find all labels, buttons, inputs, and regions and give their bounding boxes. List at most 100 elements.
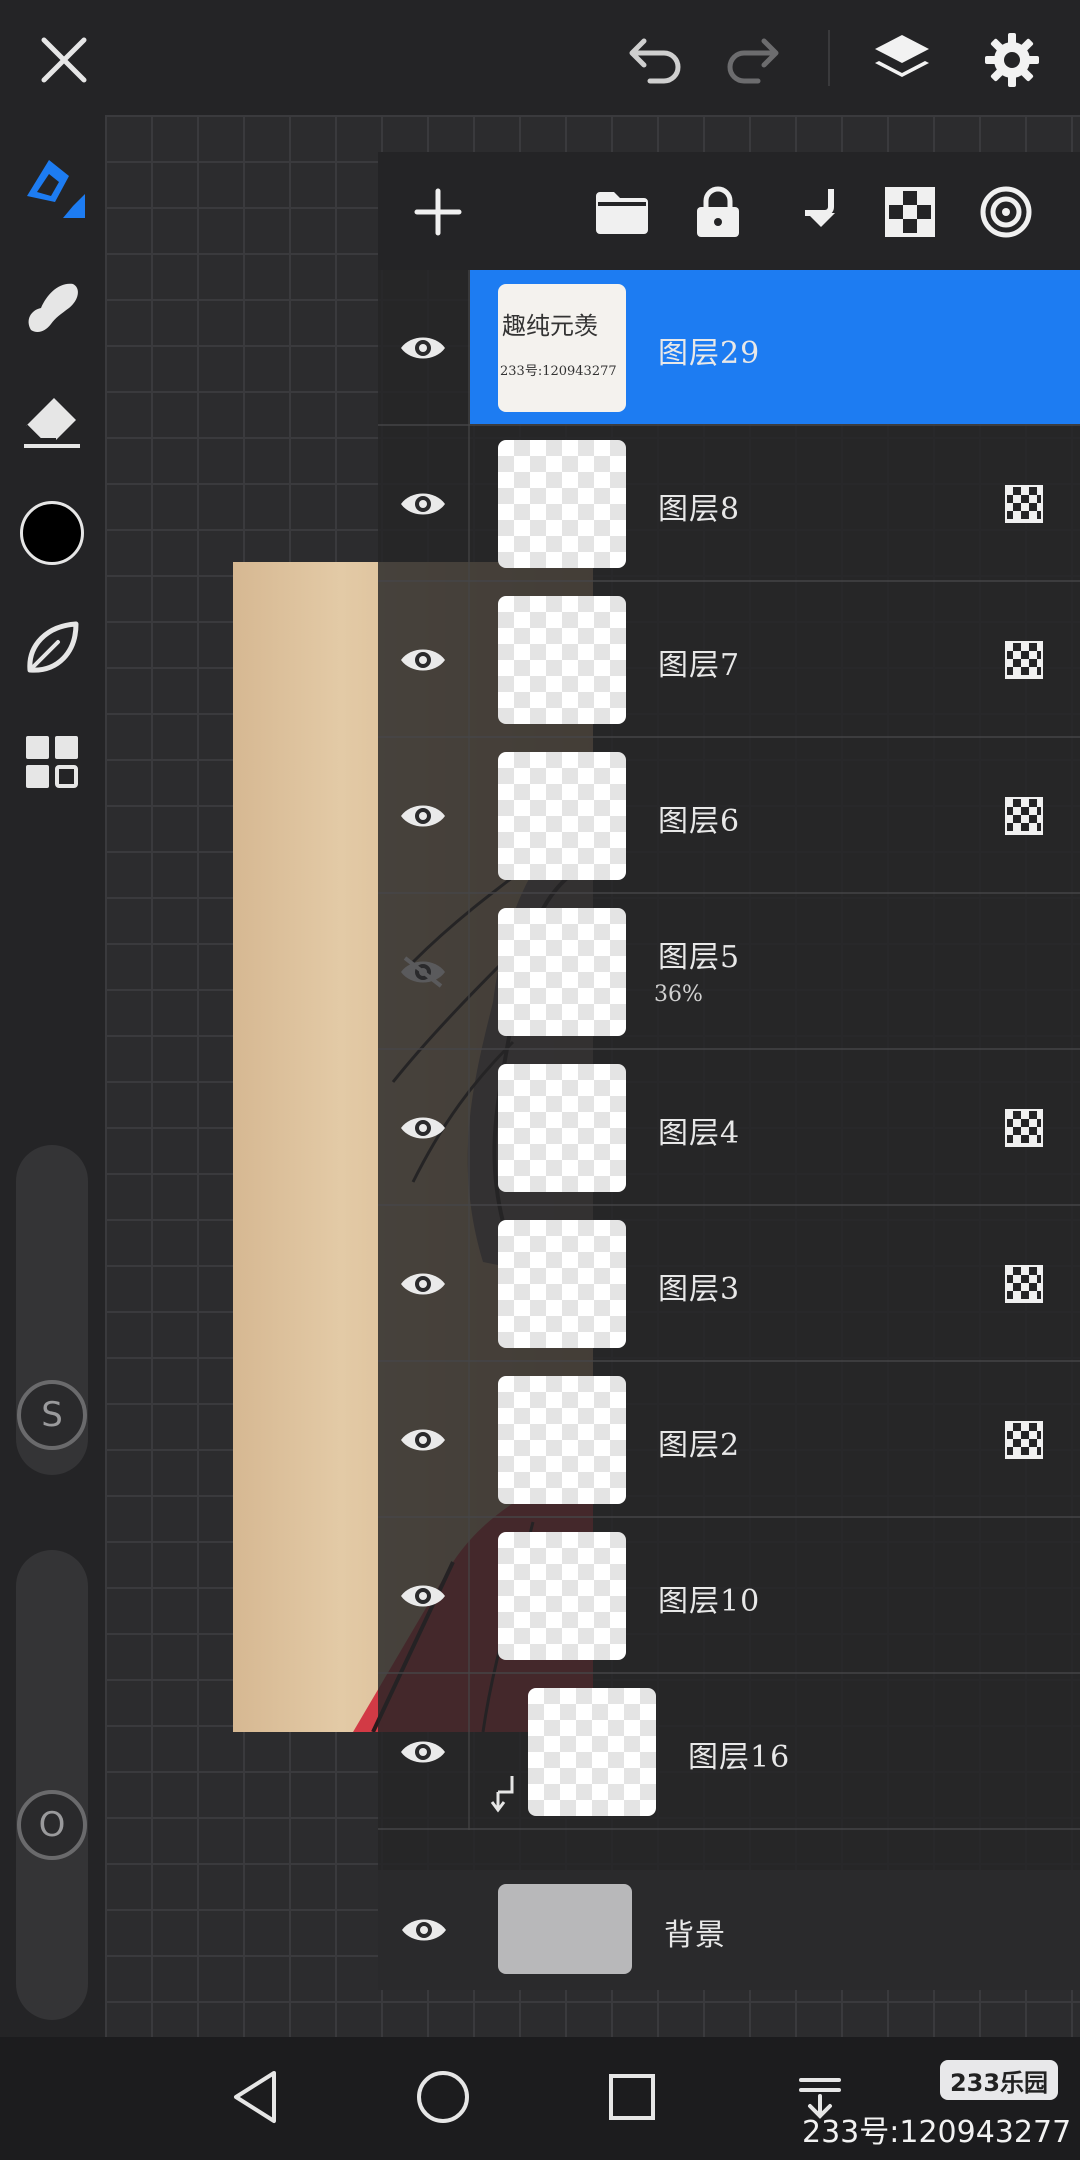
layer-row[interactable]: 图层2 <box>378 1362 1080 1518</box>
brush-size-label: S <box>41 1395 63 1435</box>
checker-icon <box>1005 1265 1043 1303</box>
layer-thumbnail <box>498 1220 626 1348</box>
background-layer-row[interactable]: 背景 <box>378 1870 1080 1990</box>
thumbnail-text-1: 趣纯元羡 <box>502 312 598 340</box>
layers-icon <box>875 35 929 77</box>
layer-opacity: 36% <box>654 982 703 1007</box>
layer-visibility-toggle[interactable] <box>378 1362 470 1518</box>
settings-button[interactable] <box>972 22 1052 98</box>
close-icon <box>41 37 87 83</box>
blend-mode-button[interactable] <box>968 174 1044 250</box>
eye-icon <box>401 1117 445 1139</box>
layer-name: 图层29 <box>658 336 761 371</box>
layer-name: 图层5 <box>658 940 741 975</box>
thumbnail-text-2: 233号:120943277 <box>500 364 617 379</box>
gallery-button[interactable] <box>12 722 92 802</box>
merge-down-button[interactable] <box>776 174 852 250</box>
checker-icon <box>885 187 935 237</box>
brush-library[interactable] <box>12 608 92 688</box>
eye-icon <box>401 1585 445 1607</box>
nav-back-button[interactable] <box>216 2057 296 2137</box>
eye-icon <box>401 805 445 827</box>
eye-icon <box>402 1919 446 1941</box>
brush-opacity-slider[interactable] <box>16 1550 88 2020</box>
alpha-lock-indicator[interactable] <box>1004 1420 1044 1460</box>
layer-lock-button[interactable] <box>680 174 756 250</box>
smudge-tool[interactable] <box>12 265 92 345</box>
layer-visibility-toggle[interactable] <box>378 582 470 738</box>
layer-visibility-toggle[interactable] <box>378 1674 470 1830</box>
alpha-lock-indicator[interactable] <box>1004 1108 1044 1148</box>
clipping-mask-arrow <box>490 1774 516 1818</box>
layer-name: 图层7 <box>658 648 741 683</box>
recents-square-icon <box>609 2074 655 2120</box>
layer-visibility-toggle[interactable] <box>378 426 470 582</box>
layer-thumbnail: 趣纯元羡 233号:120943277 <box>498 284 626 412</box>
layer-thumbnail <box>498 908 626 1036</box>
layer-row[interactable]: 图层8 <box>378 426 1080 582</box>
eye-icon <box>401 337 445 359</box>
color-swatch[interactable] <box>12 493 92 573</box>
brush-size-knob[interactable]: S <box>17 1380 87 1450</box>
gear-icon <box>985 33 1039 87</box>
eraser-tool[interactable] <box>12 380 92 460</box>
brush-tool[interactable] <box>12 145 92 225</box>
layer-row[interactable]: 图层5 36% <box>378 894 1080 1050</box>
background-visibility-toggle[interactable] <box>378 1870 470 1990</box>
layer-visibility-toggle[interactable] <box>378 1206 470 1362</box>
layer-row[interactable]: 趣纯元羡 233号:120943277 图层29 <box>378 270 1080 426</box>
layer-name: 图层8 <box>658 492 741 527</box>
layer-visibility-toggle[interactable] <box>378 1518 470 1674</box>
checker-icon <box>1005 1109 1043 1147</box>
layer-visibility-toggle[interactable] <box>378 270 470 426</box>
left-toolbar: S O <box>0 115 105 2037</box>
alpha-lock-indicator[interactable] <box>1004 796 1044 836</box>
alpha-lock-indicator[interactable] <box>1004 484 1044 524</box>
layer-row[interactable]: 图层4 <box>378 1050 1080 1206</box>
layer-thumbnail <box>498 1064 626 1192</box>
add-layer-button[interactable] <box>400 174 476 250</box>
layer-thumbnail <box>498 596 626 724</box>
layer-row[interactable]: 图层10 <box>378 1518 1080 1674</box>
layer-visibility-toggle[interactable] <box>378 738 470 894</box>
layer-visibility-toggle[interactable] <box>378 894 470 1050</box>
layer-thumbnail <box>498 1532 626 1660</box>
eye-icon <box>401 1429 445 1451</box>
alpha-lock-button[interactable] <box>872 174 948 250</box>
close-button[interactable] <box>24 22 104 98</box>
nav-home-button[interactable] <box>403 2057 483 2137</box>
redo-button[interactable] <box>712 22 792 98</box>
alpha-lock-indicator[interactable] <box>1004 640 1044 680</box>
layer-thumbnail <box>498 752 626 880</box>
layer-name: 图层4 <box>658 1116 741 1151</box>
back-triangle-icon <box>234 2071 276 2123</box>
nav-recents-button[interactable] <box>592 2057 672 2137</box>
redo-icon <box>727 38 779 84</box>
layer-row[interactable]: 图层3 <box>378 1206 1080 1362</box>
undo-icon <box>629 38 681 84</box>
layer-folder-button[interactable] <box>584 174 660 250</box>
brush-icon <box>27 160 85 218</box>
layer-name: 图层3 <box>658 1272 741 1307</box>
layer-name: 图层6 <box>658 804 741 839</box>
undo-button[interactable] <box>616 22 696 98</box>
layer-visibility-toggle[interactable] <box>378 1050 470 1206</box>
target-icon <box>980 186 1032 238</box>
layers-button[interactable] <box>862 22 942 98</box>
checker-icon <box>1005 485 1043 523</box>
color-swatch-icon <box>20 501 84 565</box>
layer-row[interactable]: 图层6 <box>378 738 1080 894</box>
eye-icon <box>401 649 445 671</box>
layer-thumbnail <box>498 1376 626 1504</box>
brush-opacity-label: O <box>38 1805 66 1845</box>
watermark-badge: 233乐园 <box>940 2060 1058 2100</box>
alpha-lock-indicator[interactable] <box>1004 1264 1044 1304</box>
eye-hidden-icon <box>401 956 445 988</box>
brush-opacity-knob[interactable]: O <box>17 1790 87 1860</box>
layer-row[interactable]: 图层16 <box>378 1674 1080 1830</box>
top-toolbar <box>0 0 1080 115</box>
eraser-icon <box>24 398 80 448</box>
layer-row[interactable]: 图层7 <box>378 582 1080 738</box>
toolbar-divider <box>828 30 830 86</box>
layer-name: 图层2 <box>658 1428 741 1463</box>
